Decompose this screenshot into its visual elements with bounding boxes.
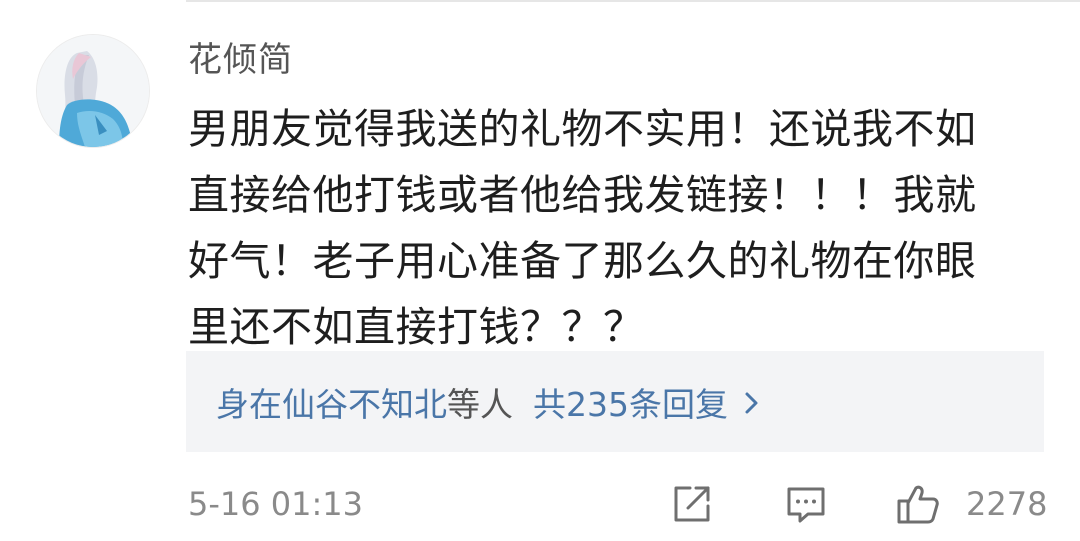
comment-footer: 5-16 01:13 2278 bbox=[188, 478, 1048, 530]
thumbs-up-icon[interactable] bbox=[896, 482, 940, 526]
like-count: 2278 bbox=[966, 485, 1048, 523]
top-divider bbox=[186, 0, 1080, 2]
view-replies-button[interactable]: 身在仙谷不知北 等人 共235条回复 bbox=[186, 351, 1044, 452]
avatar[interactable] bbox=[36, 34, 150, 148]
reply-icon[interactable] bbox=[784, 482, 828, 526]
comment-line: 男朋友觉得我送的礼物不实用！还说我不如 bbox=[188, 105, 977, 153]
chevron-right-icon bbox=[742, 387, 762, 417]
reply-authors-suffix: 等人 bbox=[447, 384, 513, 424]
share-icon[interactable] bbox=[670, 482, 714, 526]
reply-count[interactable]: 共235条回复 bbox=[533, 378, 728, 426]
comment-line: 好气！老子用心准备了那么久的礼物在你眼 bbox=[188, 237, 977, 285]
comment-line: 直接给他打钱或者他给我发链接！！！我就 bbox=[188, 171, 977, 219]
comment-body: 男朋友觉得我送的礼物不实用！还说我不如 直接给他打钱或者他给我发链接！！！我就 … bbox=[188, 96, 1048, 360]
username[interactable]: 花倾简 bbox=[188, 38, 293, 82]
timestamp: 5-16 01:13 bbox=[188, 485, 364, 523]
reply-author-names[interactable]: 身在仙谷不知北 bbox=[216, 378, 447, 426]
avatar-anime-girl-icon bbox=[37, 35, 149, 147]
